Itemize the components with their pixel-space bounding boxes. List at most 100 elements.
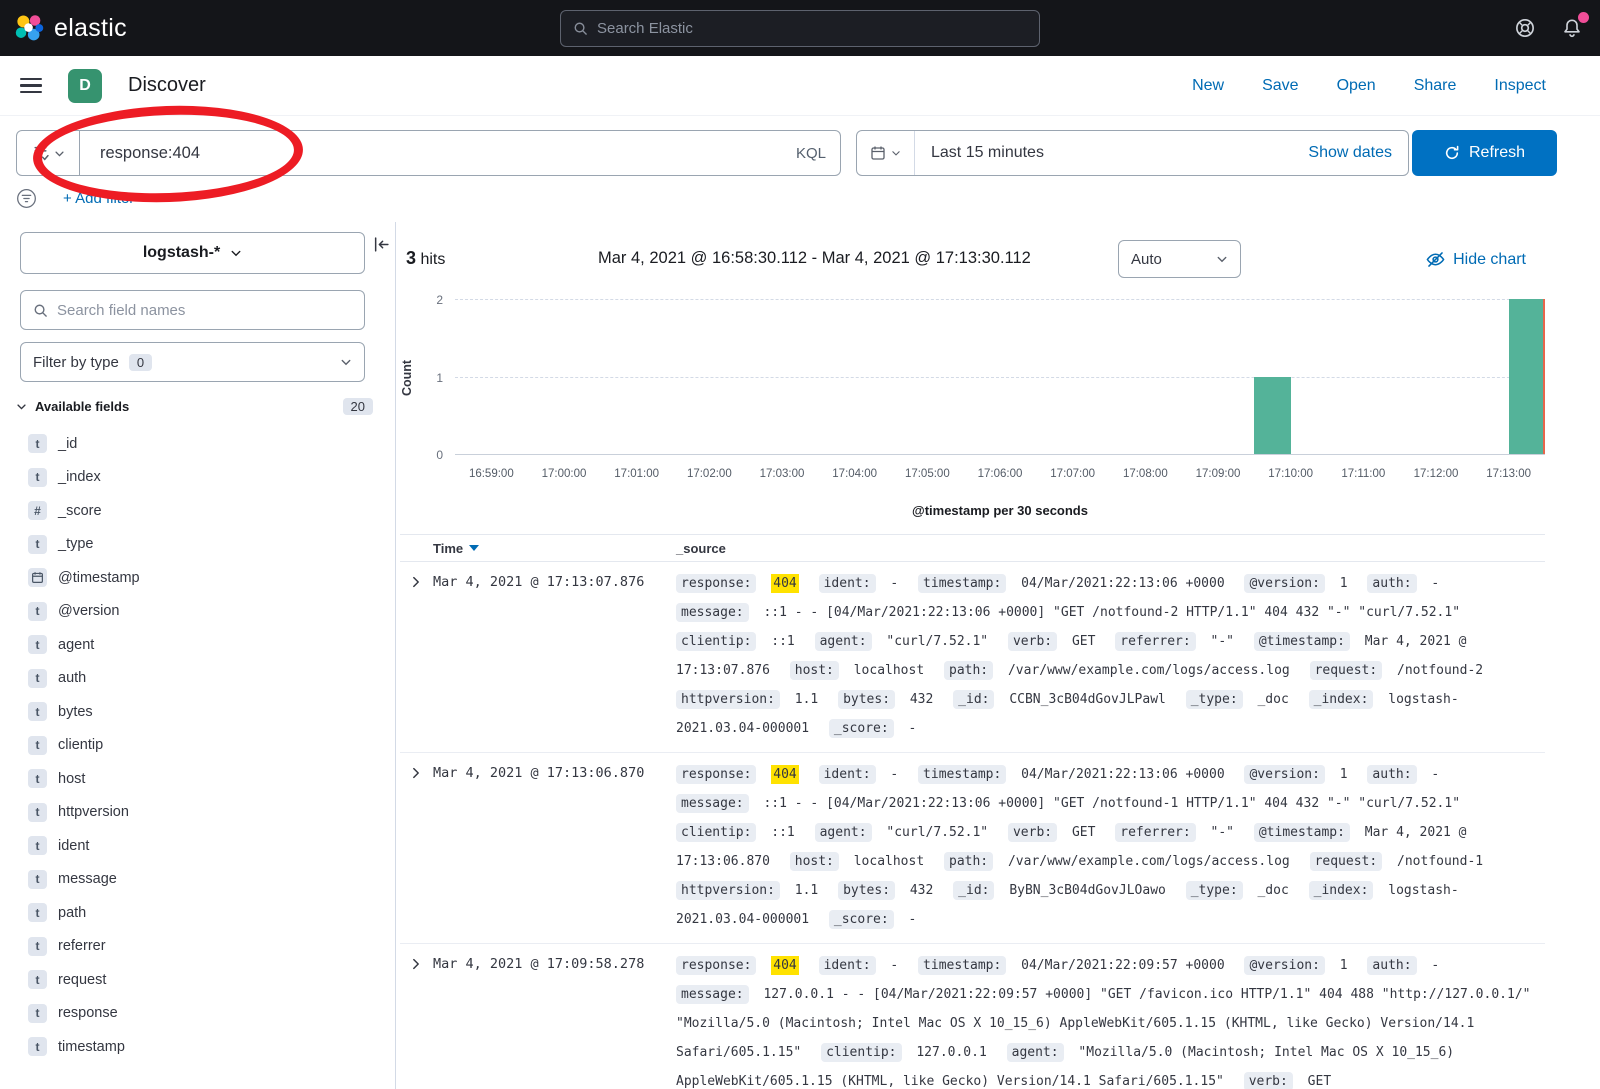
global-search-input[interactable]: [597, 20, 1027, 37]
refresh-button[interactable]: Refresh: [1412, 130, 1557, 176]
field-name: response: [58, 1005, 118, 1021]
time-range-button[interactable]: Last 15 minutes: [915, 144, 1044, 162]
field-type-string-icon: t: [28, 1004, 47, 1023]
y-gridline: [455, 377, 1545, 378]
interval-select[interactable]: Auto: [1118, 240, 1241, 278]
x-tick-label: 17:11:00: [1341, 468, 1385, 480]
space-avatar[interactable]: D: [68, 69, 102, 103]
doc-field-auth: auth: -: [1367, 958, 1439, 973]
expand-doc-button[interactable]: [400, 951, 433, 1089]
field-item-host[interactable]: thost: [0, 762, 395, 796]
table-row: Mar 4, 2021 @ 17:09:58.278response: 404 …: [400, 944, 1545, 1089]
nav-action-open[interactable]: Open: [1337, 77, 1376, 95]
fields-sidebar: logstash-* Filter by type 0 Available fi…: [0, 222, 396, 1089]
filter-bar: + Add filter: [16, 188, 134, 209]
field-name: auth: [58, 670, 86, 686]
nav-action-share[interactable]: Share: [1414, 77, 1457, 95]
discover-main: 3 hits Mar 4, 2021 @ 16:58:30.112 - Mar …: [396, 222, 1600, 1089]
x-tick-label: 17:10:00: [1268, 468, 1313, 480]
help-icon[interactable]: [1514, 17, 1536, 39]
field-item-clientip[interactable]: tclientip: [0, 729, 395, 763]
notifications-icon[interactable]: [1562, 18, 1582, 38]
field-name: httpversion: [58, 804, 129, 820]
field-item-referrer[interactable]: treferrer: [0, 930, 395, 964]
menu-icon[interactable]: [18, 70, 44, 102]
expand-doc-button[interactable]: [400, 569, 433, 743]
expand-doc-button[interactable]: [400, 760, 433, 934]
histogram-bar-17:09:30[interactable]: [1254, 377, 1290, 455]
field-type-string-icon: t: [28, 434, 47, 453]
field-name: _index: [58, 469, 101, 485]
x-tick-label: 17:09:00: [1196, 468, 1241, 480]
date-quick-select-button[interactable]: [857, 131, 915, 175]
chevron-down-icon: [230, 247, 242, 259]
y-tick-label: 1: [425, 371, 443, 385]
field-item-ident[interactable]: tident: [0, 829, 395, 863]
field-item-bytes[interactable]: tbytes: [0, 695, 395, 729]
doc-field-verb: verb: GET: [1008, 825, 1095, 840]
query-bar: KQL Last 15 minutes Show dates Refresh: [16, 130, 1584, 176]
document-rows: Mar 4, 2021 @ 17:13:07.876response: 404 …: [400, 562, 1545, 1089]
collapse-sidebar-icon[interactable]: [373, 236, 390, 253]
hide-chart-button[interactable]: Hide chart: [1426, 250, 1526, 269]
field-item-agent[interactable]: tagent: [0, 628, 395, 662]
query-language-button[interactable]: KQL: [796, 145, 826, 162]
nav-action-save[interactable]: Save: [1262, 77, 1298, 95]
field-name: referrer: [58, 938, 106, 954]
field-type-string-icon: t: [28, 903, 47, 922]
x-axis-line: [455, 454, 1545, 455]
global-search[interactable]: [560, 10, 1040, 47]
field-item-timestamp[interactable]: ttimestamp: [0, 1030, 395, 1064]
x-tick-label: 17:06:00: [978, 468, 1023, 480]
doc-field-@version: @version: 1: [1244, 576, 1347, 591]
field-item-_type[interactable]: t_type: [0, 528, 395, 562]
filter-icon[interactable]: [16, 188, 37, 209]
field-name: clientip: [58, 737, 103, 753]
available-fields-header[interactable]: Available fields 20: [16, 398, 373, 415]
histogram-chart[interactable]: Count @timestamp per 30 seconds 01216:59…: [455, 300, 1545, 455]
nav-action-inspect[interactable]: Inspect: [1494, 77, 1546, 95]
refresh-icon: [1444, 145, 1460, 161]
add-filter-button[interactable]: + Add filter: [63, 190, 134, 207]
field-type-string-icon: t: [28, 669, 47, 688]
doc-source: response: 404 ident: - timestamp: 04/Mar…: [676, 951, 1545, 1089]
hits-counter: 3 hits: [406, 248, 445, 269]
query-input[interactable]: [100, 144, 796, 163]
y-axis-title: Count: [400, 359, 414, 395]
field-item-_score[interactable]: #_score: [0, 494, 395, 528]
x-tick-label: 17:13:00: [1486, 468, 1531, 480]
nav-action-new[interactable]: New: [1192, 77, 1224, 95]
field-type-string-icon: t: [28, 769, 47, 788]
saved-query-menu-button[interactable]: [16, 130, 80, 176]
doc-field-agent: agent: "curl/7.52.1": [815, 634, 989, 649]
doc-field-response: response: 404: [676, 576, 799, 591]
type-filter-count-badge: 0: [129, 354, 152, 371]
field-item-request[interactable]: trequest: [0, 963, 395, 997]
doc-field-auth: auth: -: [1367, 576, 1439, 591]
field-item-_id[interactable]: t_id: [0, 427, 395, 461]
field-item-@version[interactable]: t @version: [0, 595, 395, 629]
doc-field-timestamp: timestamp: 04/Mar/2021:22:13:06 +0000: [918, 767, 1225, 782]
field-item-message[interactable]: tmessage: [0, 863, 395, 897]
field-item-@timestamp[interactable]: @timestamp: [0, 561, 395, 595]
field-item-path[interactable]: tpath: [0, 896, 395, 930]
field-name: @version: [58, 603, 119, 619]
column-header-time[interactable]: Time: [433, 541, 676, 556]
doc-field-response: response: 404: [676, 958, 799, 973]
elastic-logo[interactable]: elastic: [0, 13, 127, 43]
x-tick-label: 17:07:00: [1050, 468, 1095, 480]
field-item-_index[interactable]: t_index: [0, 461, 395, 495]
histogram-bar-17:13:00[interactable]: [1509, 299, 1545, 454]
field-search-input[interactable]: [57, 302, 352, 319]
available-fields-count-badge: 20: [343, 398, 373, 415]
index-pattern-select[interactable]: logstash-*: [20, 232, 365, 274]
doc-field-_type: _type: _doc: [1186, 692, 1289, 707]
field-type-string-icon: t: [28, 602, 47, 621]
field-item-auth[interactable]: tauth: [0, 662, 395, 696]
doc-field-host: host: localhost: [790, 663, 924, 678]
table-row: Mar 4, 2021 @ 17:13:07.876response: 404 …: [400, 562, 1545, 753]
field-item-httpversion[interactable]: thttpversion: [0, 796, 395, 830]
filter-by-type-select[interactable]: Filter by type 0: [20, 342, 365, 382]
show-dates-button[interactable]: Show dates: [1308, 144, 1408, 162]
field-item-response[interactable]: t response: [0, 997, 395, 1031]
